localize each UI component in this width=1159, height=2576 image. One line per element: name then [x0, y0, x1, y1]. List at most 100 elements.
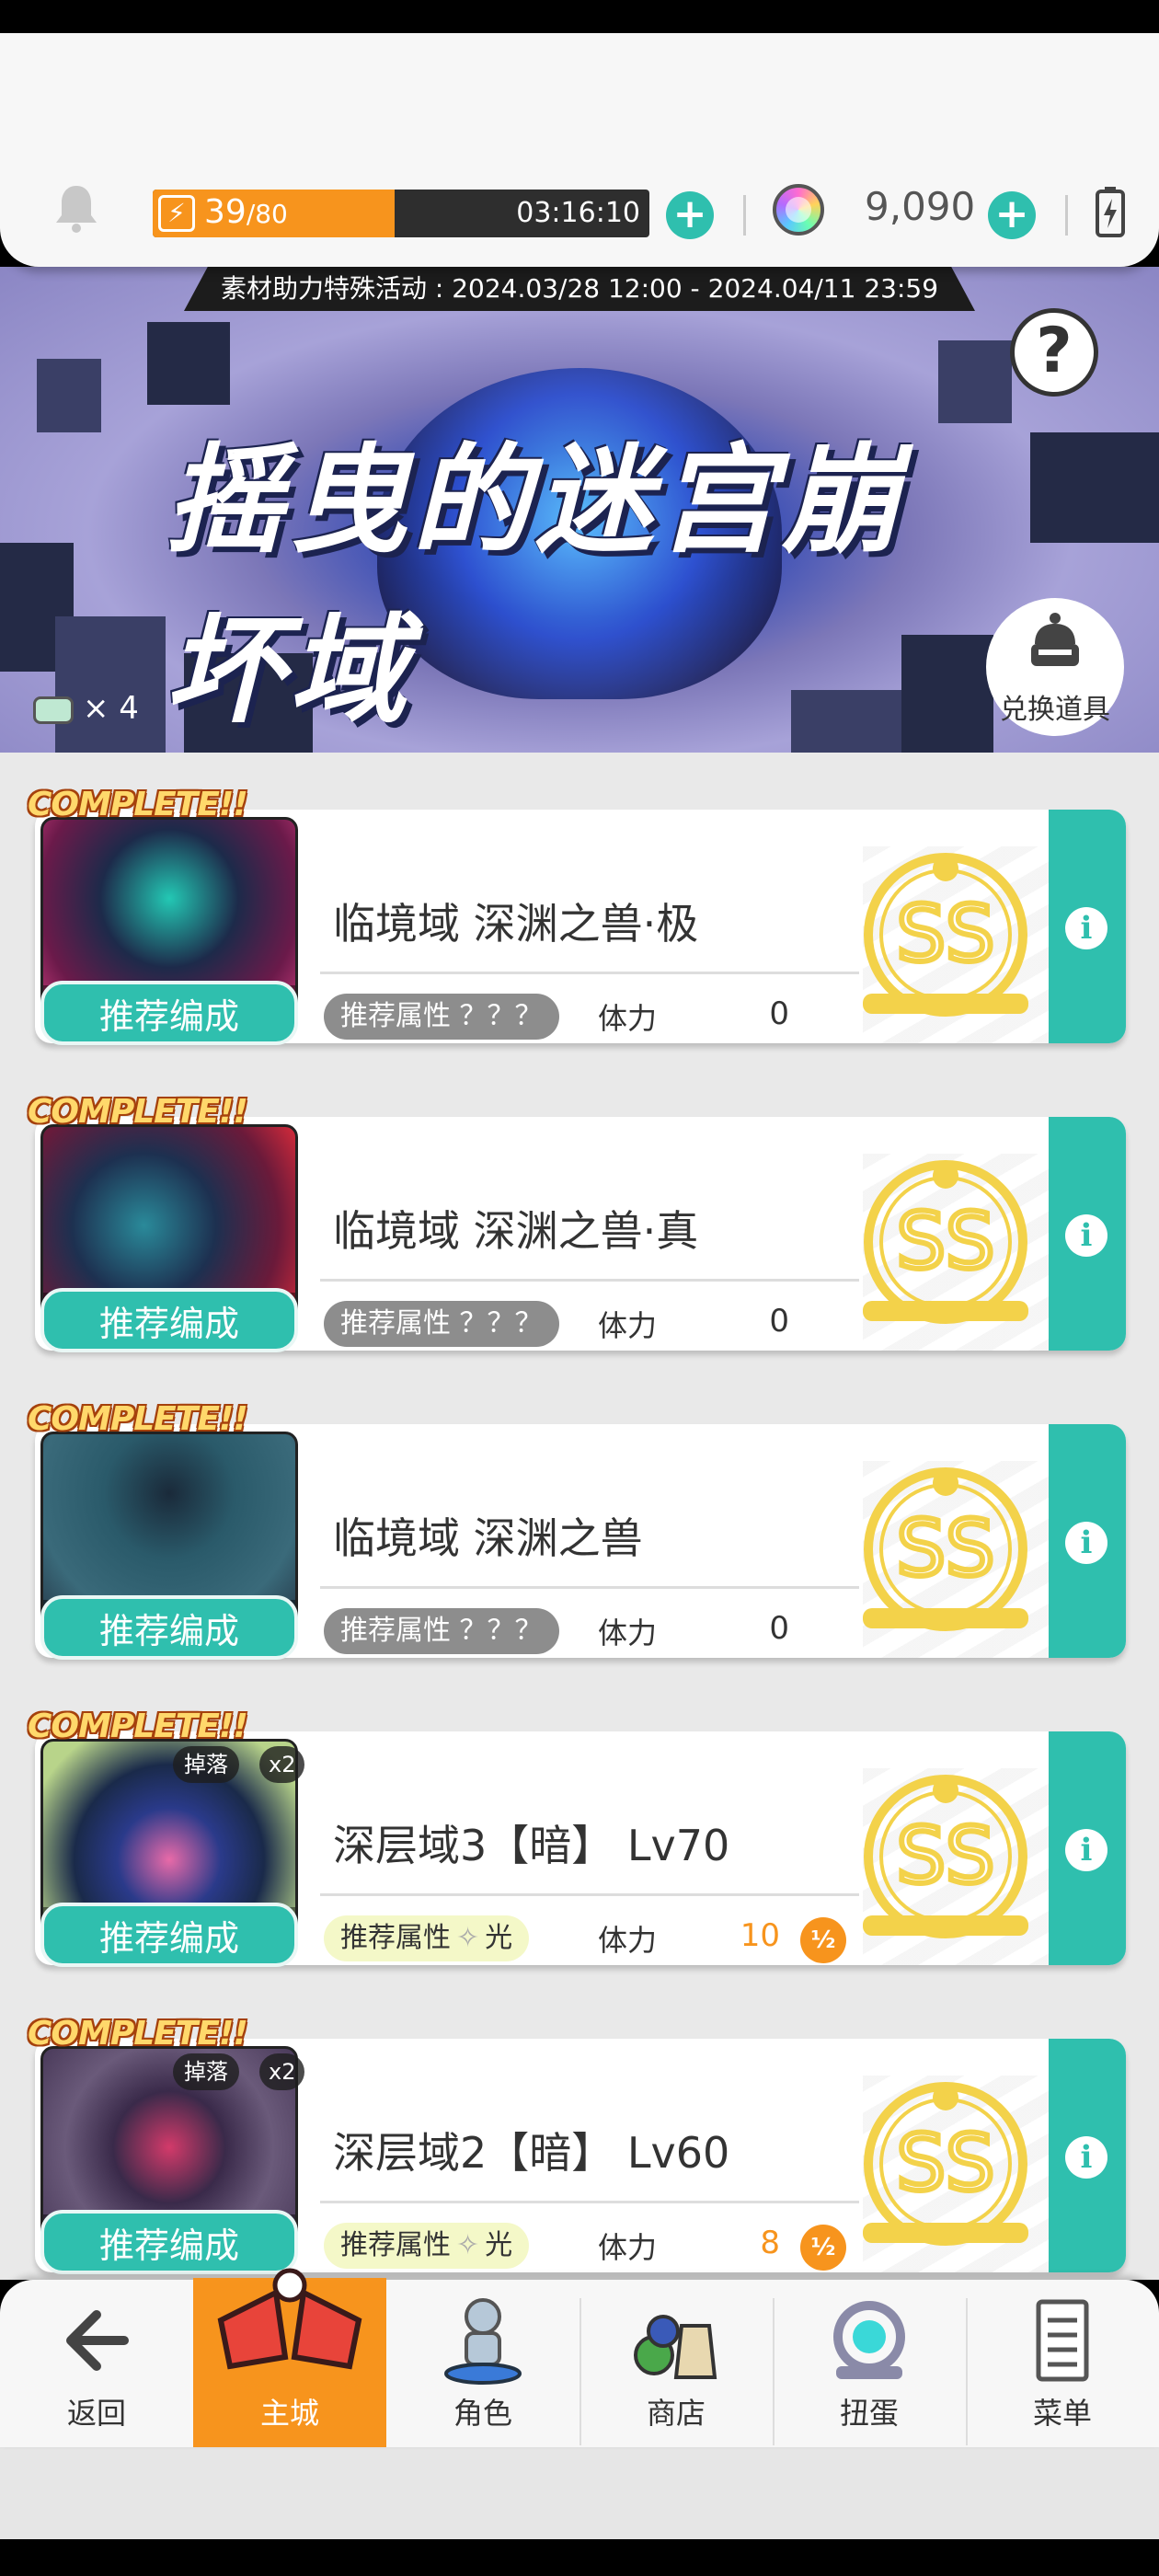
- info-icon: i: [1065, 1522, 1107, 1564]
- stage-info-button[interactable]: i: [1049, 810, 1126, 1043]
- event-banner: 素材助力特殊活动 : 2024.03/28 12:00 - 2024.04/11…: [0, 267, 1159, 753]
- stamina-label: 体力: [598, 1001, 658, 1036]
- nav-main-city[interactable]: 主城: [193, 2268, 386, 2447]
- back-arrow-icon: [66, 2310, 129, 2371]
- character-icon: [444, 2298, 522, 2385]
- drop-count: x2: [259, 2053, 305, 2090]
- complete-badge: COMPLETE!!: [28, 786, 248, 823]
- nav-menu[interactable]: 菜单: [966, 2280, 1159, 2447]
- nav-character[interactable]: 角色: [386, 2280, 580, 2447]
- complete-badge: COMPLETE!!: [28, 2015, 248, 2053]
- ss-rank-icon: SS: [863, 1467, 1028, 1631]
- bell-icon[interactable]: [53, 182, 99, 234]
- stage-card[interactable]: i 战 斗 掉落 x2 COMPLETE!! 推荐编成 深层域2【暗】 Lv60…: [28, 2006, 1126, 2274]
- gems-value: 9,090: [865, 184, 976, 229]
- half-cost-badge: ½: [800, 2225, 846, 2271]
- stamina-cost: 0: [769, 995, 789, 1032]
- stamina-value: 39/80: [204, 193, 288, 231]
- stage-info-button[interactable]: i: [1049, 1731, 1126, 1965]
- bottom-navigation: 返回 主城 角色 商店 扭蛋 菜单: [0, 2268, 1159, 2447]
- gacha-icon: [833, 2301, 905, 2379]
- system-bottom-bar: [0, 2539, 1159, 2576]
- gem-icon: [773, 184, 824, 236]
- bag-icon: [1031, 613, 1079, 666]
- complete-badge: COMPLETE!!: [28, 1708, 248, 1745]
- recommend-team-button[interactable]: 推荐编成: [40, 981, 298, 1045]
- divider: [320, 1586, 859, 1589]
- stage-info-button[interactable]: i: [1049, 1117, 1126, 1351]
- stage-card[interactable]: i 战 斗 COMPLETE!! 推荐编成 临境域 深渊之兽·真 推荐属性 ？？…: [28, 1084, 1126, 1352]
- stage-name: 临境域 深渊之兽·极: [333, 899, 699, 949]
- info-icon: i: [1065, 1214, 1107, 1257]
- info-icon: i: [1065, 2136, 1107, 2179]
- system-nav-area: [0, 2447, 1159, 2539]
- stage-card[interactable]: i 战 斗 COMPLETE!! 推荐编成 临境域 深渊之兽 推荐属性 ？？？ …: [28, 1391, 1126, 1660]
- recommend-team-button[interactable]: 推荐编成: [40, 1595, 298, 1660]
- divider: [320, 972, 859, 974]
- ticket-count: × 4: [33, 690, 139, 727]
- menu-icon: [1036, 2299, 1089, 2382]
- svg-text:SS: SS: [897, 1196, 995, 1286]
- stage-info-button[interactable]: i: [1049, 1424, 1126, 1658]
- stamina-cost: 10: [740, 1917, 780, 1954]
- half-cost-badge: ½: [800, 1917, 846, 1963]
- ss-rank-icon: SS: [863, 2082, 1028, 2246]
- stage-name: 临境域 深渊之兽·真: [333, 1206, 699, 1256]
- event-period: 素材助力特殊活动 : 2024.03/28 12:00 - 2024.04/11…: [184, 267, 975, 311]
- divider: [743, 195, 746, 236]
- nav-gacha-label: 扭蛋: [839, 2396, 899, 2431]
- top-resource-bar: ⚡ 39/80 03:16:10 + 9,090 +: [0, 33, 1159, 267]
- ticket-icon: [33, 696, 74, 724]
- system-status-bar: [0, 0, 1159, 33]
- stage-card[interactable]: i 战 斗 掉落 x2 COMPLETE!! 推荐编成 深层域3【暗】 Lv70…: [28, 1698, 1126, 1967]
- lightning-icon: ⚡: [158, 195, 195, 232]
- drop-tag: 掉落: [173, 2053, 239, 2090]
- add-gems-button[interactable]: +: [988, 191, 1036, 239]
- main-city-icon: [217, 2268, 362, 2370]
- svg-text:SS: SS: [897, 889, 995, 979]
- nav-back[interactable]: 返回: [0, 2280, 193, 2447]
- stage-name: 临境域 深渊之兽: [333, 1513, 643, 1563]
- info-icon: i: [1065, 1829, 1107, 1871]
- stamina-label: 体力: [598, 1308, 658, 1343]
- nav-gacha[interactable]: 扭蛋: [773, 2280, 966, 2447]
- stamina-bar: ⚡ 39/80 03:16:10: [153, 190, 649, 237]
- stamina-label: 体力: [598, 1616, 658, 1650]
- help-button[interactable]: ?: [1010, 308, 1098, 397]
- recommend-team-button[interactable]: 推荐编成: [40, 1903, 298, 1967]
- nav-shop[interactable]: 商店: [580, 2280, 773, 2447]
- divider: [320, 1279, 859, 1282]
- recommended-attribute: 推荐属性 ✧ 光: [324, 2223, 530, 2269]
- recommended-attribute: 推荐属性 ？？？: [324, 994, 559, 1040]
- nav-character-label: 角色: [453, 2396, 512, 2431]
- ss-rank-icon: SS: [863, 1775, 1028, 1938]
- info-icon: i: [1065, 907, 1107, 949]
- battery-icon[interactable]: [1095, 186, 1126, 237]
- divider: [320, 1893, 859, 1896]
- stage-list[interactable]: i 战 斗 COMPLETE!! 推荐编成 临境域 深渊之兽·极 推荐属性 ？？…: [0, 753, 1159, 2280]
- recommended-attribute: 推荐属性 ✧ 光: [324, 1915, 530, 1961]
- event-title: 摇曳的迷宫崩坏域: [166, 432, 906, 740]
- divider: [320, 2201, 859, 2203]
- recommended-attribute: 推荐属性 ？？？: [324, 1301, 559, 1347]
- exchange-items-button[interactable]: 兑换道具: [986, 598, 1124, 736]
- stage-name: 深层域2【暗】 Lv60: [333, 2128, 730, 2178]
- stamina-cost: 8: [760, 2225, 780, 2261]
- svg-text:SS: SS: [897, 1503, 995, 1593]
- svg-text:SS: SS: [897, 1811, 995, 1901]
- complete-badge: COMPLETE!!: [28, 1400, 248, 1438]
- exchange-label: 兑换道具: [1000, 694, 1110, 726]
- stage-card[interactable]: i 战 斗 COMPLETE!! 推荐编成 临境域 深渊之兽·极 推荐属性 ？？…: [28, 776, 1126, 1045]
- stage-name: 深层域3【暗】 Lv70: [333, 1821, 730, 1870]
- drop-tag: 掉落: [173, 1746, 239, 1783]
- add-stamina-button[interactable]: +: [666, 191, 714, 239]
- recommend-team-button[interactable]: 推荐编成: [40, 1288, 298, 1352]
- svg-text:SS: SS: [897, 2118, 995, 2208]
- ss-rank-icon: SS: [863, 853, 1028, 1017]
- light-element-icon: ✧: [456, 2229, 480, 2261]
- shop-icon: [634, 2315, 717, 2379]
- stamina-cost: 0: [769, 1303, 789, 1340]
- stamina-timer: 03:16:10: [516, 197, 640, 229]
- stage-info-button[interactable]: i: [1049, 2039, 1126, 2272]
- ss-rank-icon: SS: [863, 1160, 1028, 1324]
